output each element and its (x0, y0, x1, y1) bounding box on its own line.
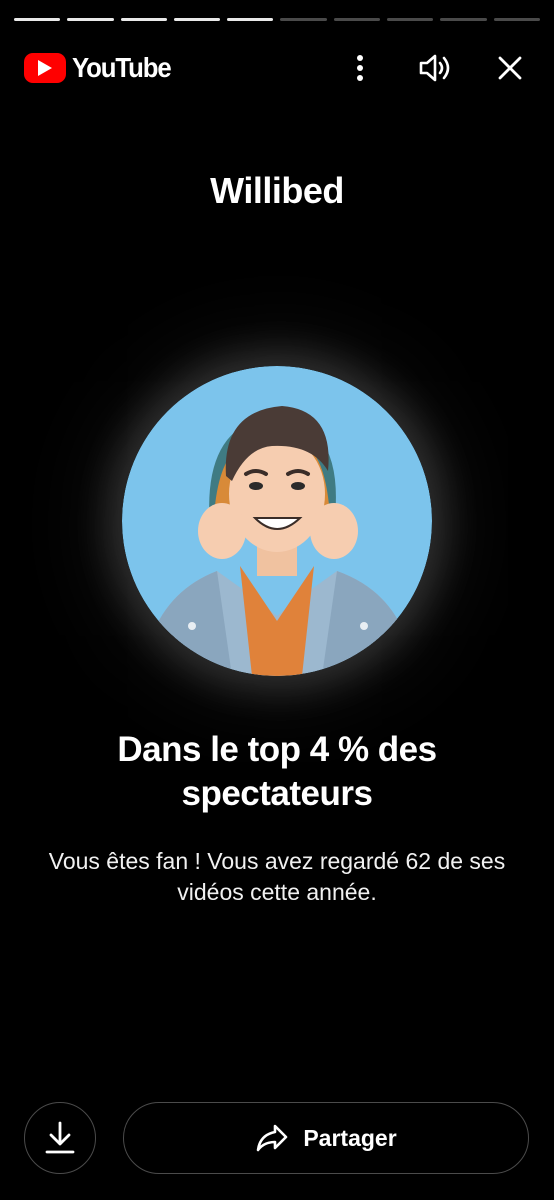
download-icon (45, 1121, 75, 1154)
progress-segment (387, 18, 434, 21)
close-icon (498, 56, 522, 80)
progress-segment (280, 18, 327, 21)
more-vertical-icon (357, 55, 363, 81)
progress-segment (227, 18, 274, 21)
progress-segment (440, 18, 487, 21)
progress-segment (493, 18, 540, 21)
top-bar: YouTube (24, 44, 530, 92)
share-button[interactable]: Partager (123, 1102, 529, 1174)
rank-headline: Dans le top 4 % des spectateurs (117, 730, 437, 813)
header-actions (340, 44, 530, 92)
avatar-illustration (122, 366, 432, 676)
youtube-play-icon (24, 53, 66, 83)
more-options-button[interactable] (340, 44, 380, 92)
close-button[interactable] (490, 44, 530, 92)
download-button[interactable] (24, 1102, 96, 1174)
sound-toggle-button[interactable] (408, 44, 464, 92)
story-progress-bar (14, 18, 540, 22)
youtube-logo: YouTube (24, 52, 179, 84)
rank-description: Vous êtes fan ! Vous avez regardé 62 de … (48, 848, 506, 905)
share-arrow-icon (257, 1124, 288, 1152)
channel-name: Willibed (210, 170, 344, 211)
progress-segment (14, 18, 61, 21)
progress-segment (120, 18, 167, 21)
volume-icon (419, 54, 450, 82)
progress-segment (67, 18, 114, 21)
brand-name: YouTube (72, 52, 172, 83)
share-label: Partager (303, 1124, 397, 1151)
progress-segment (173, 18, 221, 21)
progress-segment (333, 18, 381, 21)
channel-avatar (122, 366, 432, 676)
